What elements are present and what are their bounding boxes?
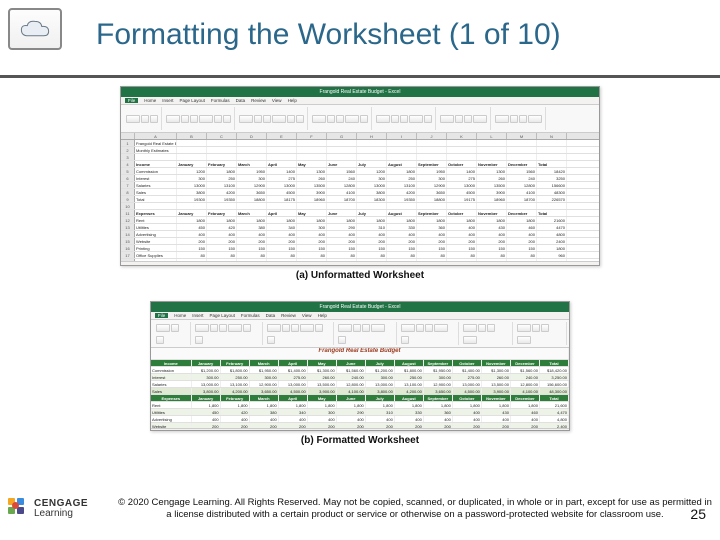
sheet-tab: Sheet1 [151,428,569,431]
excel-menubar: FileHomeInsertPage LayoutFormulasDataRev… [121,97,599,105]
excel-titlebar: Frangold Real Estate Budget - Excel [121,87,599,97]
page-number: 25 [690,506,706,522]
excel-grid: Frangold Real Estate BudgetIncomeJanuary… [151,348,569,428]
excel-window-unformatted: Frangold Real Estate Budget - Excel File… [120,86,600,266]
slide-title: Formatting the Worksheet (1 of 10) [96,18,561,52]
slide-body: Frangold Real Estate Budget - Excel File… [0,86,720,482]
caption-a: (a) Unformatted Worksheet [296,270,424,281]
sheet-tab: Sheet1 [121,261,599,266]
cengage-mark-icon [8,498,30,520]
excel-ribbon [121,105,599,133]
slide-header: Formatting the Worksheet (1 of 10) [0,0,720,78]
excel-ribbon [151,320,569,348]
excel-titlebar: Frangold Real Estate Budget - Excel [151,302,569,312]
cengage-logo: CENGAGELearning [0,498,110,520]
excel-grid: ABCDEFGHIJKLMN 1Frangold Real Estate Bud… [121,133,599,261]
cloud-icon [8,8,62,50]
excel-window-formatted: Frangold Real Estate Budget - Excel File… [150,301,570,431]
cengage-logo-text: CENGAGELearning [34,499,88,519]
caption-b: (b) Formatted Worksheet [301,435,419,446]
slide-footer: CENGAGELearning © 2020 Cengage Learning.… [0,482,720,536]
copyright-text: © 2020 Cengage Learning. All Rights Rese… [110,497,720,521]
excel-menubar: FileHomeInsertPage LayoutFormulasDataRev… [151,312,569,320]
